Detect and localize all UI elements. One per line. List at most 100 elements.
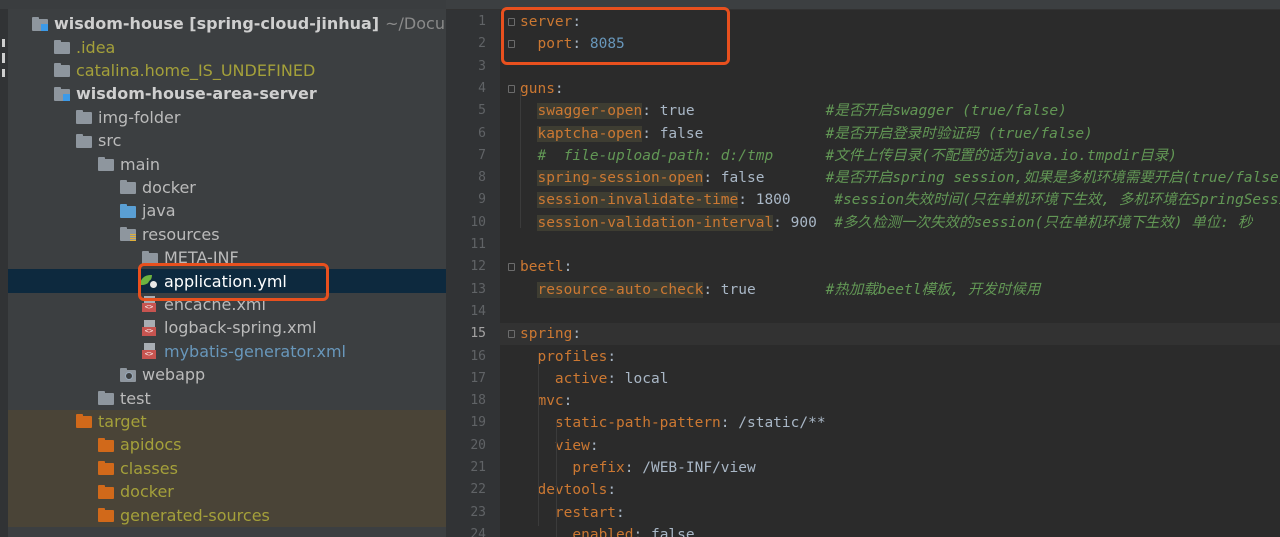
code-line[interactable]: mvc: bbox=[520, 390, 572, 412]
code-line[interactable]: enabled: false bbox=[520, 524, 694, 537]
tree-item[interactable]: .idea bbox=[8, 35, 446, 58]
yaml-key: spring bbox=[520, 326, 573, 343]
code-text: : bbox=[554, 80, 564, 97]
tree-item-label: logback-spring.xml bbox=[164, 318, 317, 338]
web-folder-icon bbox=[120, 367, 136, 382]
code-line[interactable]: active: local bbox=[520, 368, 669, 390]
tree-item[interactable]: test bbox=[8, 386, 446, 409]
line-number: 8 bbox=[478, 170, 486, 186]
code-line[interactable]: beetl: bbox=[520, 256, 572, 278]
fold-marker-icon[interactable] bbox=[508, 330, 515, 339]
tree-item-label: img-folder bbox=[98, 107, 181, 127]
code-line[interactable]: swagger-open: true #是否开启swagger (true/fa… bbox=[520, 100, 1067, 122]
tree-item-label: docker bbox=[142, 177, 196, 197]
code-editor[interactable]: 1 2 3 4 5 6 7 8 9 10 11 12 13 14 15 16 17 18 19 20 21 22 23 24 … bbox=[446, 0, 1280, 537]
code-line[interactable]: profiles: bbox=[520, 346, 616, 368]
code-line[interactable]: spring-session-open: false #是否开启spring s… bbox=[520, 167, 1280, 189]
code-line[interactable]: static-path-pattern: /static/** bbox=[520, 412, 826, 434]
code-line[interactable]: kaptcha-open: false #是否开启登录时验证码 (true/fa… bbox=[520, 123, 1093, 145]
fold-marker-icon[interactable] bbox=[508, 40, 515, 49]
folder-icon bbox=[142, 250, 158, 265]
tree-item[interactable]: mybatis-generator.xml bbox=[8, 340, 446, 363]
folder-icon bbox=[54, 40, 70, 55]
tree-item[interactable]: encache.xml bbox=[8, 293, 446, 316]
tree-item[interactable]: wisdom-house-area-server bbox=[8, 82, 446, 105]
tree-item[interactable]: resources bbox=[8, 223, 446, 246]
yaml-key: kaptcha-open bbox=[537, 125, 643, 142]
tree-item[interactable]: target bbox=[8, 409, 446, 434]
code-line[interactable]: spring: bbox=[500, 323, 1280, 346]
yaml-key: swagger-open bbox=[537, 103, 643, 120]
tree-item[interactable]: application.yml bbox=[8, 269, 446, 293]
xml-file-icon bbox=[142, 319, 158, 336]
fold-marker-icon[interactable] bbox=[508, 18, 515, 26]
tree-item-label: test bbox=[120, 388, 151, 408]
code-line[interactable]: port: 8085 bbox=[520, 33, 625, 55]
code-comment: #是否开启spring session,如果是多机环境需要开启(true/fal… bbox=[825, 170, 1280, 187]
tree-item[interactable]: logback-spring.xml bbox=[8, 316, 446, 339]
tree-item-label: catalina.home_IS_UNDEFINED bbox=[76, 60, 316, 80]
code-line[interactable]: guns: bbox=[520, 78, 564, 100]
tree-item[interactable]: src bbox=[8, 129, 446, 152]
tool-window-strip bbox=[0, 9, 8, 537]
project-tree-panel: wisdom-house [spring-cloud-jinhua] ~/Docu… bbox=[0, 0, 446, 537]
fold-marker-icon[interactable] bbox=[508, 263, 515, 272]
tree-item[interactable]: apidocs bbox=[8, 433, 446, 457]
code-line[interactable]: session-validation-interval: 900 #多久检测一次… bbox=[520, 212, 1252, 234]
yaml-key: guns bbox=[520, 80, 555, 97]
tree-item[interactable]: img-folder bbox=[8, 106, 446, 129]
code-comment: #是否开启swagger (true/false) bbox=[825, 103, 1067, 120]
code-text: : true bbox=[642, 103, 826, 120]
tree-item-label: wisdom-house [spring-cloud-jinhua] bbox=[54, 14, 380, 34]
tree-item-label: META-INF bbox=[164, 248, 239, 268]
indent-guide bbox=[520, 90, 521, 228]
yaml-key: restart bbox=[554, 504, 617, 521]
line-number: 5 bbox=[478, 103, 486, 119]
tree-item[interactable]: META-INF bbox=[8, 246, 446, 269]
line-number: 12 bbox=[470, 259, 486, 275]
folder-icon bbox=[120, 180, 136, 195]
tree-item[interactable]: docker bbox=[8, 176, 446, 199]
strip-mark bbox=[2, 53, 5, 63]
code-line[interactable]: resource-auto-check: true #热加载beetl模板, 开… bbox=[520, 279, 1040, 301]
editor-tab-bar[interactable] bbox=[446, 0, 1280, 10]
tree-item[interactable]: wisdom-house [spring-cloud-jinhua] ~/Docu… bbox=[8, 12, 446, 35]
line-number: 11 bbox=[470, 237, 486, 252]
yml-file-icon bbox=[140, 273, 159, 291]
tree-item[interactable]: webapp bbox=[8, 363, 446, 386]
xml-file-icon bbox=[142, 343, 158, 360]
tree-toolbar bbox=[0, 0, 446, 9]
code-text: : false bbox=[642, 125, 826, 142]
code-text: : bbox=[607, 482, 617, 499]
code-line[interactable]: session-invalidate-time: 1800 #session失效… bbox=[520, 189, 1280, 211]
line-number: 18 bbox=[470, 393, 486, 409]
tree-item-path: ~/Documents/ bbox=[385, 14, 446, 34]
code-line[interactable]: server: bbox=[520, 11, 581, 33]
line-number: 1 bbox=[478, 14, 486, 29]
yaml-key: server bbox=[520, 14, 573, 30]
yaml-key: session-invalidate-time bbox=[537, 192, 739, 209]
tree-item-label: apidocs bbox=[120, 435, 182, 455]
tree-item[interactable]: main bbox=[8, 152, 446, 175]
tree-item[interactable]: java bbox=[8, 199, 446, 222]
indent-guide bbox=[556, 420, 557, 537]
code-line[interactable]: view: bbox=[520, 435, 599, 457]
line-number: 15 bbox=[470, 326, 486, 342]
gear-icon bbox=[148, 279, 159, 291]
yaml-number: 8085 bbox=[589, 36, 625, 53]
code-line[interactable]: restart: bbox=[520, 502, 625, 524]
yaml-key: prefix bbox=[572, 460, 625, 476]
code-line[interactable]: # file-upload-path: d:/tmp #文件上传目录(不配置的话… bbox=[520, 145, 1177, 167]
fold-marker-icon[interactable] bbox=[508, 84, 515, 93]
tree-item[interactable]: catalina.home_IS_UNDEFINED bbox=[8, 59, 446, 82]
tree-item[interactable]: generated-sources bbox=[8, 503, 446, 527]
code-comment: #session失效时间(只在单机环境下生效, 多机环境在SpringSessi… bbox=[834, 192, 1280, 209]
tree-item[interactable]: docker bbox=[8, 480, 446, 504]
tree-item[interactable]: classes bbox=[8, 456, 446, 480]
code-line[interactable]: devtools: bbox=[520, 479, 616, 501]
module-folder-icon bbox=[54, 86, 70, 101]
line-number: 17 bbox=[470, 370, 486, 386]
